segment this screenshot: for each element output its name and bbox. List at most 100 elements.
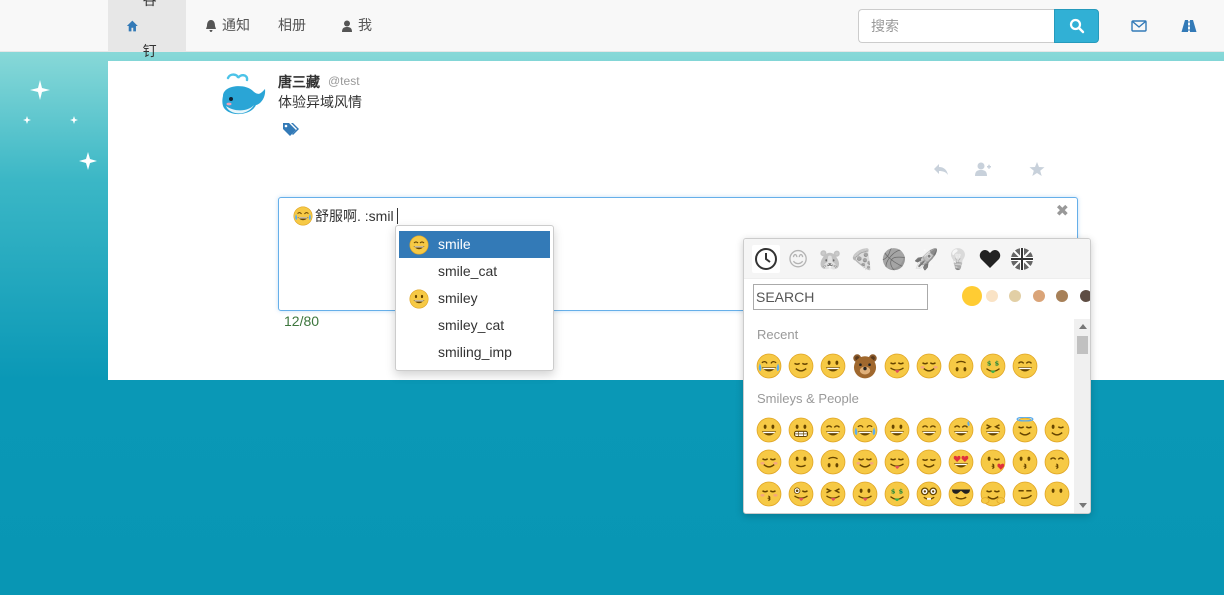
emoji-relieved[interactable]: [916, 449, 942, 475]
emoji-smile[interactable]: [1012, 353, 1038, 379]
emoji-joy[interactable]: [756, 353, 782, 379]
follow-button[interactable]: [974, 160, 992, 178]
category-flags[interactable]: [1008, 245, 1036, 273]
emoji-hugging[interactable]: [980, 481, 1006, 507]
category-travel[interactable]: 🚀: [912, 245, 940, 273]
autocomplete-item-smiling-imp[interactable]: smiling_imp: [399, 339, 550, 366]
post-handle[interactable]: @test: [328, 74, 360, 88]
post-author[interactable]: 唐三藏: [278, 72, 320, 92]
recent-icon: [755, 248, 777, 270]
emoji-kissing-smiling-eyes[interactable]: [1044, 449, 1070, 475]
category-recent[interactable]: [752, 245, 780, 273]
emoji-blush[interactable]: [916, 353, 942, 379]
emoji-heart-eyes[interactable]: [948, 449, 974, 475]
emoji-nerd[interactable]: [916, 481, 942, 507]
emoji-wink[interactable]: [1044, 417, 1070, 443]
emoji-sweat-smile[interactable]: [948, 417, 974, 443]
search-button[interactable]: [1054, 9, 1099, 43]
emoji-grin[interactable]: [820, 417, 846, 443]
emoji-bear[interactable]: [852, 353, 878, 379]
road-button[interactable]: [1180, 17, 1198, 35]
autocomplete-item-smiley[interactable]: smiley: [399, 285, 550, 312]
autocomplete-item-smile-cat[interactable]: smile_cat: [399, 258, 550, 285]
svg-text:$: $: [899, 487, 904, 495]
emoji-slight-smile[interactable]: [788, 449, 814, 475]
emoji-kissing-closed-eyes[interactable]: [756, 481, 782, 507]
compose-text: 舒服啊. :smil: [315, 208, 394, 224]
bell-icon: [206, 19, 216, 32]
avatar[interactable]: [218, 72, 268, 122]
animals-icon: 🐹: [817, 248, 843, 271]
category-animals[interactable]: 🐹: [816, 245, 844, 273]
emoji-blush[interactable]: [756, 449, 782, 475]
emoji-grimacing[interactable]: [788, 417, 814, 443]
skin-tone-3[interactable]: [1009, 290, 1021, 302]
favorite-button[interactable]: [1028, 160, 1046, 178]
emoji-list-scrollbar[interactable]: [1074, 319, 1090, 513]
autocomplete-label: smiling_imp: [438, 344, 512, 360]
emoji-list: Recent Smileys & People $ $ $ $: [744, 319, 1074, 513]
skin-tone-4[interactable]: [1033, 290, 1045, 302]
emoji-relieved[interactable]: [788, 353, 814, 379]
emoji-yum[interactable]: [884, 449, 910, 475]
post-text: 体验异域风情: [278, 94, 362, 110]
scroll-thumb[interactable]: [1077, 336, 1088, 354]
emoji-money-mouth[interactable]: $ $: [884, 481, 910, 507]
clear-compose-button[interactable]: ✖: [1056, 204, 1069, 220]
emoji-kissing[interactable]: [1012, 449, 1038, 475]
emoji-smiley[interactable]: [884, 417, 910, 443]
emoji-joy[interactable]: [852, 417, 878, 443]
category-symbols[interactable]: [976, 245, 1004, 273]
reply-button[interactable]: [932, 160, 950, 178]
category-smileys[interactable]: 😊: [784, 245, 812, 273]
nav-item-notifications[interactable]: 通知: [186, 0, 268, 51]
char-counter: 12/80: [284, 313, 320, 329]
category-objects[interactable]: 💡: [944, 245, 972, 273]
emoji-relaxed[interactable]: [852, 449, 878, 475]
emoji-upside-down[interactable]: [948, 353, 974, 379]
emoji-smirk[interactable]: [1012, 481, 1038, 507]
emoji-category-bar: 😊 🐹 🍕 🏀 🚀 💡: [744, 239, 1090, 279]
section-label-recent: Recent: [757, 327, 799, 342]
emoji-grinning[interactable]: [756, 417, 782, 443]
category-activity[interactable]: 🏀: [880, 245, 908, 273]
autocomplete-item-smiley-cat[interactable]: smiley_cat: [399, 312, 550, 339]
emoji-autocomplete: smile smile_cat smiley smiley_cat smilin…: [395, 225, 554, 371]
skin-tone-2[interactable]: [986, 290, 998, 302]
emoji-stuck-out-tongue[interactable]: [852, 481, 878, 507]
skin-tone-5[interactable]: [1056, 290, 1068, 302]
messages-button[interactable]: [1130, 17, 1148, 35]
emoji-sunglasses[interactable]: [948, 481, 974, 507]
scroll-up-arrow[interactable]: [1079, 324, 1087, 329]
emoji-smile[interactable]: [916, 417, 942, 443]
emoji-search-input[interactable]: [753, 284, 928, 310]
autocomplete-item-smile[interactable]: smile: [399, 231, 550, 258]
nav-item-home[interactable]: 谷钉: [108, 0, 186, 59]
symbols-icon: [979, 250, 1001, 268]
emoji-money-mouth[interactable]: $ $: [980, 353, 1006, 379]
emoji-stuck-out-tongue-winking-eye[interactable]: [788, 481, 814, 507]
nav-item-me[interactable]: 我: [322, 0, 390, 51]
emoji-upside-down[interactable]: [820, 449, 846, 475]
emoji-yum[interactable]: [884, 353, 910, 379]
emoji-no-mouth[interactable]: [1044, 481, 1070, 507]
emoji-smiley[interactable]: [820, 353, 846, 379]
scroll-down-arrow[interactable]: [1079, 503, 1087, 508]
search-input[interactable]: [858, 9, 1055, 43]
flags-icon: [1011, 248, 1033, 270]
skin-tone-1[interactable]: [962, 286, 982, 306]
activity-icon: 🏀: [881, 248, 907, 271]
skin-tone-6[interactable]: [1080, 290, 1090, 302]
tags-icon[interactable]: [282, 122, 300, 136]
svg-text:$: $: [987, 359, 992, 367]
nav-item-album[interactable]: 相册: [260, 0, 324, 51]
emoji-innocent[interactable]: [1012, 417, 1038, 443]
text-caret: [396, 208, 398, 224]
star-icon: [1029, 162, 1045, 176]
emoji-laughing[interactable]: [980, 417, 1006, 443]
nav-item-label: 通知: [222, 17, 250, 33]
emoji-stuck-out-tongue-closed-eyes[interactable]: [820, 481, 846, 507]
category-food[interactable]: 🍕: [848, 245, 876, 273]
emoji-kissing-heart[interactable]: [980, 449, 1006, 475]
home-icon: [126, 20, 138, 31]
